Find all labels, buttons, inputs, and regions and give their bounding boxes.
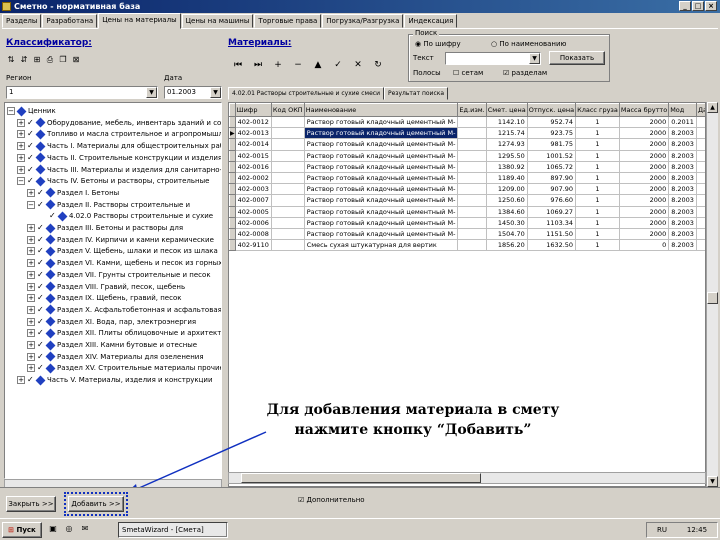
bottom-bar: Закрыть >> Добавить >> ☑ Дополнительно	[0, 487, 720, 517]
additional-checkbox[interactable]: ☑ Дополнительно	[298, 496, 365, 504]
clock: 12:45	[686, 526, 708, 534]
additional-checkbox-label: Дополнительно	[306, 496, 365, 504]
close-panel-button[interactable]: Закрыть >>	[6, 496, 56, 512]
mail-icon[interactable]: ✉	[80, 524, 90, 534]
start-label: Пуск	[16, 526, 36, 534]
system-tray: RU 12:45	[646, 522, 718, 538]
taskbar: ⊞ Пуск ▣ ◎ ✉ SmetaWizard - [Смета] RU 12…	[0, 518, 720, 540]
desktop-icon[interactable]: ▣	[48, 524, 58, 534]
quick-launch: ▣ ◎ ✉	[48, 524, 93, 534]
browser-icon[interactable]: ◎	[64, 524, 74, 534]
task-button-smeta[interactable]: SmetaWizard - [Смета]	[118, 522, 228, 538]
language-indicator[interactable]: RU	[657, 523, 667, 537]
add-button[interactable]: Добавить >>	[64, 492, 128, 516]
start-button[interactable]: ⊞ Пуск	[2, 522, 42, 538]
windows-logo-icon: ⊞	[8, 526, 15, 534]
callout-arrow	[124, 431, 267, 495]
